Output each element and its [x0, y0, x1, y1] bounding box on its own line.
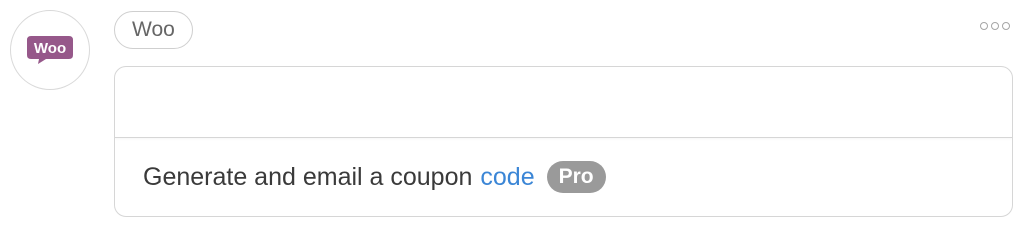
step-row: Woo Woo Generate and email a coupon code… — [0, 0, 1024, 228]
action-card[interactable]: Generate and email a coupon code Pro — [114, 66, 1013, 217]
logo-text: Woo — [34, 40, 66, 57]
more-dot — [980, 22, 988, 30]
action-title: Generate and email a coupon — [143, 162, 473, 191]
app-name-label: Woo — [132, 18, 175, 41]
more-options-icon[interactable] — [980, 22, 1010, 30]
code-link[interactable]: code — [480, 163, 534, 192]
woocommerce-logo-icon: Woo — [27, 36, 73, 64]
card-header-area — [115, 67, 1012, 138]
app-avatar: Woo — [10, 10, 90, 90]
app-name-pill[interactable]: Woo — [114, 11, 193, 49]
pro-badge: Pro — [546, 161, 606, 193]
action-row[interactable]: Generate and email a coupon code Pro — [115, 138, 1012, 216]
more-dot — [991, 22, 999, 30]
more-dot — [1002, 22, 1010, 30]
